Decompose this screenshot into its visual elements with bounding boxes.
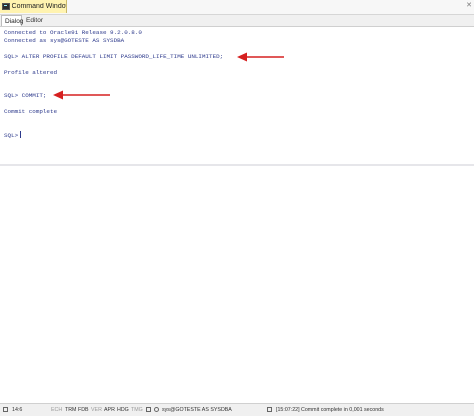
- tab-dialog[interactable]: Dialog: [1, 15, 23, 26]
- flag-tmg[interactable]: TMG: [131, 407, 143, 413]
- sql-prompt: SQL>: [4, 132, 19, 139]
- flag-apr[interactable]: APR: [104, 407, 115, 413]
- window-tab[interactable]: Command Window: [0, 0, 67, 13]
- flag-fdb[interactable]: FDB: [78, 407, 89, 413]
- connection-icon: [154, 407, 159, 412]
- text-cursor: [20, 131, 22, 138]
- annotation-arrow-alter: [237, 52, 284, 62]
- sql-input-line[interactable]: SQL>: [4, 131, 22, 139]
- window-title: Command Window: [11, 3, 66, 10]
- tab-bar: Dialog Editor: [0, 15, 474, 27]
- flag-hdg[interactable]: HDG: [117, 407, 129, 413]
- status-bar: 14:6 ECH TRM FDB VER APR HDG TMG sys@GOT…: [0, 403, 474, 416]
- output-line-connected-as: Connected as sys@GOTESTE AS SYSDBA: [4, 37, 125, 44]
- output-icon: [146, 407, 151, 412]
- output-line-connected-oracle: Connected to Oracle9i Release 9.2.0.8.0: [4, 29, 142, 36]
- tab-editor[interactable]: Editor: [23, 15, 44, 26]
- command-output[interactable]: Connected to Oracle9i Release 9.2.0.8.0 …: [0, 27, 474, 400]
- connection-info: sys@GOTESTE AS SYSDBA: [162, 407, 232, 413]
- output-line-commit: SQL> COMMIT;: [4, 92, 47, 99]
- title-bar: Command Window ✕: [0, 0, 474, 15]
- message-icon: [267, 407, 272, 412]
- position-icon: [3, 407, 8, 412]
- flag-trm[interactable]: TRM: [65, 407, 76, 413]
- flag-ver[interactable]: VER: [91, 407, 102, 413]
- output-line-alter-profile: SQL> ALTER PROFILE DEFAULT LIMIT PASSWOR…: [4, 53, 224, 60]
- input-separator: [0, 164, 474, 166]
- output-line-commit-complete: Commit complete: [4, 108, 58, 115]
- annotation-arrow-commit: [53, 90, 110, 100]
- status-time: [15:07:22]: [276, 407, 300, 413]
- status-message: Commit complete in 0,001 seconds: [301, 407, 384, 413]
- command-window-icon: [2, 3, 10, 10]
- close-icon[interactable]: ✕: [466, 1, 472, 9]
- cursor-position: 14:6: [12, 407, 23, 413]
- flag-ech[interactable]: ECH: [51, 407, 62, 413]
- output-line-profile-altered: Profile altered: [4, 69, 58, 76]
